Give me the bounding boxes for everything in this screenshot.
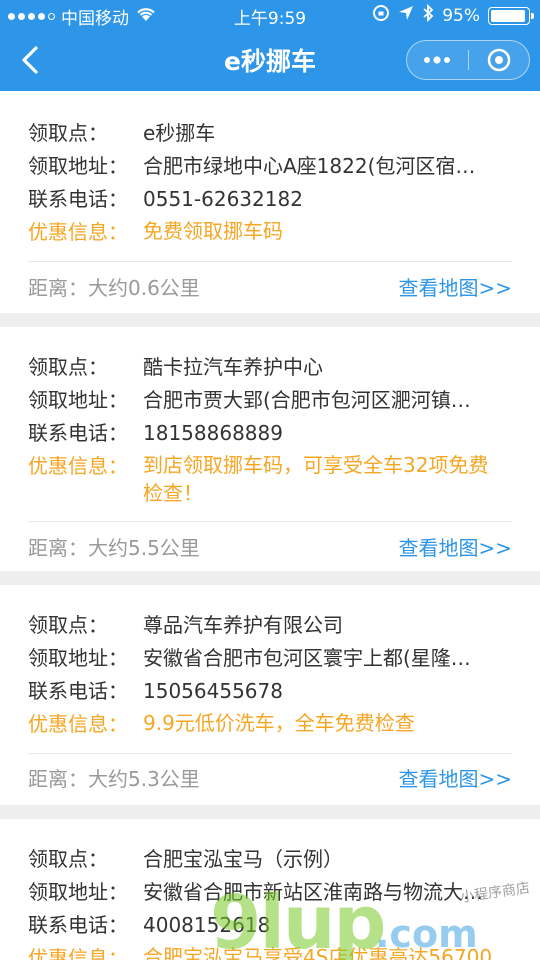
phone-label: 联系电话：: [28, 679, 128, 703]
address-label: 领取地址：: [28, 388, 128, 412]
card-divider: [28, 753, 512, 754]
point-label: 领取点：: [28, 847, 108, 871]
navigation-bar: e秒挪车: [0, 30, 540, 91]
target-circle-icon: [487, 48, 510, 72]
more-button[interactable]: [407, 41, 468, 79]
pickup-card: 领取点： e秒挪车 领取地址： 合肥市绿地中心A座1822(包河区宿… 联系电话…: [0, 91, 540, 313]
point-name: 合肥宝泓宝马（示例）: [143, 847, 343, 871]
address-value: 合肥市贾大郢(合肥市包河区淝河镇…: [143, 388, 471, 412]
distance-text: 距离：大约5.3公里: [28, 767, 200, 791]
phone-label: 联系电话：: [28, 913, 128, 937]
address-label: 领取地址：: [28, 880, 128, 904]
battery-icon: [488, 6, 534, 25]
promo-label: 优惠信息：: [28, 712, 128, 736]
phone-value[interactable]: 0551-62632182: [143, 184, 503, 214]
point-name: 尊品汽车养护有限公司: [143, 613, 343, 637]
card-divider: [28, 261, 512, 262]
point-label: 领取点：: [28, 613, 108, 637]
phone-value[interactable]: 18158868889: [143, 418, 503, 448]
promo-value: 合肥宝泓宝马享受4S店优惠高达56700: [143, 945, 493, 960]
phone-value[interactable]: 4008152618: [143, 910, 503, 940]
more-dots-icon: [424, 56, 451, 64]
address-value: 安徽省合肥市新站区淮南路与物流大…: [143, 880, 483, 904]
point-name: e秒挪车: [143, 121, 216, 145]
rotation-lock-icon: [372, 4, 390, 27]
distance-text: 距离：大约5.5公里: [28, 536, 200, 560]
pickup-card: 领取点： 尊品汽车养护有限公司 领取地址： 安徽省合肥市包河区寰宇上都(星隆… …: [0, 585, 540, 805]
promo-value: 9.9元低价洗车，全车免费检查: [143, 711, 415, 735]
view-map-link[interactable]: 查看地图>>: [398, 272, 512, 301]
status-bar: 中国移动 上午9:59 95%: [0, 0, 540, 30]
close-miniprogram-button[interactable]: [469, 41, 530, 79]
promo-value: 免费领取挪车码: [143, 219, 283, 243]
miniprogram-capsule: [406, 40, 530, 80]
location-icon: [398, 5, 414, 26]
address-label: 领取地址：: [28, 646, 128, 670]
view-map-link[interactable]: 查看地图>>: [398, 763, 512, 792]
promo-label: 优惠信息：: [28, 454, 128, 478]
point-label: 领取点：: [28, 121, 108, 145]
phone-value[interactable]: 15056455678: [143, 676, 503, 706]
pickup-card: 领取点： 合肥宝泓宝马（示例） 领取地址： 安徽省合肥市新站区淮南路与物流大… …: [0, 819, 540, 960]
phone-label: 联系电话：: [28, 421, 128, 445]
promo-label: 优惠信息：: [28, 220, 128, 244]
promo-value: 到店领取挪车码，可享受全车32项免费检查！: [143, 453, 489, 505]
address-value: 安徽省合肥市包河区寰宇上都(星隆…: [143, 646, 471, 670]
phone-label: 联系电话：: [28, 187, 128, 211]
point-name: 酷卡拉汽车养护中心: [143, 355, 323, 379]
pickup-card: 领取点： 酷卡拉汽车养护中心 领取地址： 合肥市贾大郢(合肥市包河区淝河镇… 联…: [0, 327, 540, 571]
card-divider: [28, 521, 512, 522]
promo-label: 优惠信息：: [28, 946, 128, 960]
bluetooth-icon: [422, 3, 434, 27]
battery-percent: 95%: [442, 5, 480, 26]
point-label: 领取点：: [28, 355, 108, 379]
address-value: 合肥市绿地中心A座1822(包河区宿…: [143, 154, 476, 178]
distance-text: 距离：大约0.6公里: [28, 276, 200, 300]
address-label: 领取地址：: [28, 154, 128, 178]
view-map-link[interactable]: 查看地图>>: [398, 532, 512, 561]
